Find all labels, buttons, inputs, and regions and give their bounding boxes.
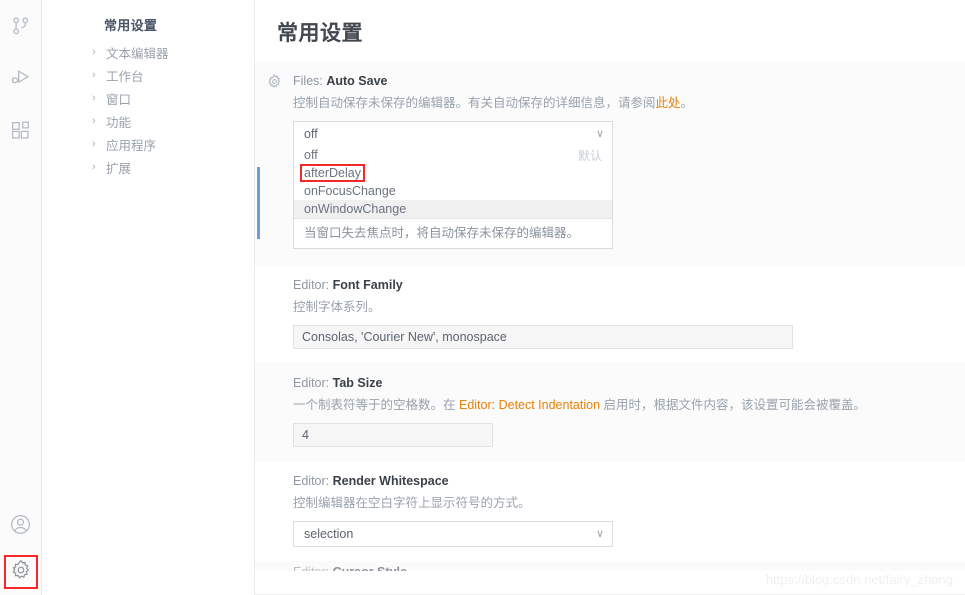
- chevron-right-icon: ›: [92, 115, 96, 127]
- option-label: onWindowChange: [304, 202, 407, 216]
- setting-category: Editor:: [293, 376, 333, 390]
- chevron-right-icon: ›: [92, 69, 96, 81]
- sidebar-item-workbench[interactable]: › 工作台: [42, 64, 254, 87]
- font-family-value: Consolas, 'Courier New', monospace: [302, 330, 507, 344]
- tab-size-input[interactable]: 4: [293, 423, 493, 447]
- setting-category: Editor:: [293, 474, 333, 488]
- sidebar-item-label: 功能: [106, 116, 132, 130]
- setting-name: Render Whitespace: [332, 474, 449, 488]
- default-badge: 默认: [577, 148, 602, 163]
- option-label: off: [304, 148, 318, 162]
- setting-category: Editor:: [293, 278, 333, 292]
- chevron-down-icon: ∨: [595, 127, 604, 140]
- setting-name: Auto Save: [326, 74, 388, 88]
- option-label: onFocusChange: [304, 184, 396, 198]
- setting-category: Files:: [293, 74, 327, 88]
- sidebar-item-text-editor[interactable]: › 文本编辑器: [42, 41, 254, 64]
- setting-description: 控制编辑器在空白字符上显示符号的方式。: [293, 494, 965, 513]
- auto-save-combo: off ∨ off 默认 afterDelay onFocusChange on…: [293, 121, 613, 250]
- chevron-right-icon: ›: [92, 161, 96, 173]
- source-control-icon[interactable]: [0, 0, 42, 52]
- setting-description: 一个制表符等于的空格数。在 Editor: Detect Indentation…: [293, 396, 965, 415]
- setting-title: Editor: Tab Size: [293, 375, 965, 391]
- font-family-input[interactable]: Consolas, 'Courier New', monospace: [293, 325, 793, 349]
- manage-gear-button[interactable]: [3, 555, 38, 589]
- setting-name: Cursor Style: [333, 565, 407, 571]
- desc-text-before: 一个制表符等于的空格数。在: [293, 398, 459, 413]
- dropdown-option-onfocuschange[interactable]: onFocusChange: [294, 182, 612, 200]
- sidebar-item-label: 文本编辑器: [106, 47, 169, 61]
- option-label: afterDelay: [300, 164, 365, 182]
- setting-row-editor-cursor-style: Editor: Cursor Style: [255, 561, 965, 571]
- setting-row-editor-render-whitespace: Editor: Render Whitespace 控制编辑器在空白字符上显示符…: [255, 461, 965, 561]
- settings-content: 常用设置 Files: Auto Save 控制自动保存未保存的编辑器。有关自动…: [254, 0, 965, 595]
- setting-title: Files: Auto Save: [293, 73, 965, 89]
- setting-description: 控制字体系列。: [293, 298, 965, 317]
- setting-title: Editor: Render Whitespace: [293, 473, 965, 489]
- settings-list: Files: Auto Save 控制自动保存未保存的编辑器。有关自动保存的详细…: [255, 61, 965, 571]
- desc-link[interactable]: Editor: Detect Indentation: [459, 398, 600, 412]
- account-icon[interactable]: [0, 503, 42, 555]
- setting-row-files-auto-save: Files: Auto Save 控制自动保存未保存的编辑器。有关自动保存的详细…: [255, 61, 965, 265]
- watermark: https://blog.csdn.net/fairy_zhong: [765, 572, 953, 587]
- render-whitespace-value: selection: [304, 527, 354, 541]
- page-title: 常用设置: [277, 22, 363, 45]
- setting-row-editor-font-family: Editor: Font Family 控制字体系列。 Consolas, 'C…: [255, 265, 965, 363]
- settings-window: 常用设置 › 文本编辑器 › 工作台 › 窗口 › 功能 › 应用程序 › 扩展…: [0, 0, 965, 595]
- setting-category: Editor:: [293, 565, 333, 571]
- dropdown-option-onwindowchange[interactable]: onWindowChange: [294, 200, 612, 218]
- chevron-right-icon: ›: [92, 92, 96, 104]
- auto-save-value: off: [304, 127, 318, 141]
- sidebar-item-label: 工作台: [106, 70, 144, 84]
- tab-size-value: 4: [302, 428, 309, 442]
- desc-text-before: 控制编辑器在空白字符上显示符号的方式。: [293, 496, 531, 511]
- sidebar-item-extensions[interactable]: › 扩展: [42, 156, 254, 179]
- desc-link[interactable]: 此处: [656, 96, 681, 110]
- sidebar-item-label: 窗口: [106, 93, 132, 107]
- settings-tree-title: 常用设置: [104, 18, 158, 33]
- dropdown-option-description: 当窗口失去焦点时，将自动保存未保存的编辑器。: [294, 218, 612, 248]
- setting-gear-icon[interactable]: [267, 74, 282, 89]
- gear-icon: [10, 559, 32, 586]
- desc-text-before: 控制字体系列。: [293, 300, 381, 315]
- desc-text-after: 启用时，根据文件内容，该设置可能会被覆盖。: [600, 398, 867, 413]
- auto-save-dropdown: off 默认 afterDelay onFocusChange onWindow…: [293, 146, 613, 250]
- desc-text-after: 。: [680, 96, 694, 111]
- activity-bar: [0, 0, 42, 595]
- auto-save-select[interactable]: off ∨: [293, 121, 613, 147]
- sidebar-item-window[interactable]: › 窗口: [42, 87, 254, 110]
- chevron-right-icon: ›: [92, 46, 96, 58]
- render-whitespace-select[interactable]: selection ∨: [293, 521, 613, 547]
- sidebar-item-label: 扩展: [106, 162, 132, 176]
- desc-text-before: 控制自动保存未保存的编辑器。有关自动保存的详细信息，请参阅: [293, 96, 656, 111]
- extensions-icon[interactable]: [0, 104, 42, 156]
- setting-description: 控制自动保存未保存的编辑器。有关自动保存的详细信息，请参阅此处。: [293, 94, 965, 113]
- setting-row-editor-tab-size: Editor: Tab Size 一个制表符等于的空格数。在 Editor: D…: [255, 363, 965, 461]
- setting-title: Editor: Font Family: [293, 277, 965, 293]
- chevron-right-icon: ›: [92, 138, 96, 150]
- settings-tree-pane: 常用设置 › 文本编辑器 › 工作台 › 窗口 › 功能 › 应用程序 › 扩展: [42, 0, 254, 595]
- sidebar-item-label: 应用程序: [106, 139, 157, 153]
- setting-name: Tab Size: [332, 376, 383, 390]
- run-debug-icon[interactable]: [0, 52, 42, 104]
- setting-name: Font Family: [332, 278, 403, 292]
- setting-focus-indicator: [257, 167, 260, 239]
- chevron-down-icon: ∨: [595, 527, 604, 540]
- dropdown-option-afterdelay[interactable]: afterDelay: [294, 164, 612, 182]
- sidebar-item-features[interactable]: › 功能: [42, 110, 254, 133]
- sidebar-item-application[interactable]: › 应用程序: [42, 133, 254, 156]
- dropdown-option-off[interactable]: off 默认: [294, 146, 612, 164]
